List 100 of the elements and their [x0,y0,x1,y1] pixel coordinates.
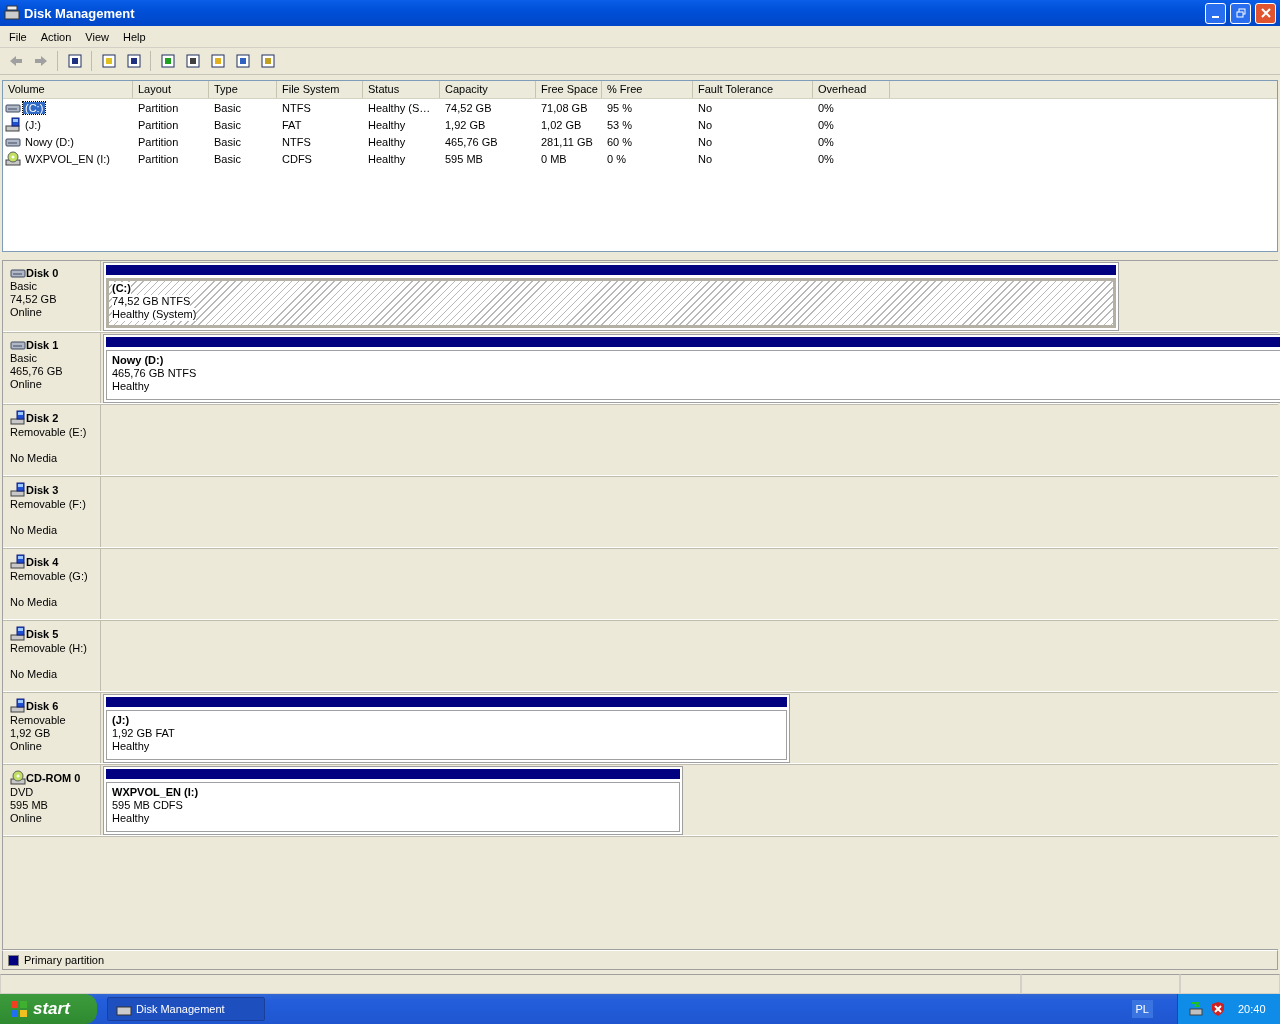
column-header[interactable]: Free Space [536,81,602,98]
table-cell: 0% [818,118,834,131]
table-cell: 0% [818,135,834,148]
table-cell: No [698,101,713,114]
shield-icon[interactable] [1210,1001,1226,1017]
network-icon[interactable] [1188,1001,1204,1017]
table-cell: No [698,152,713,165]
disk-info-panel[interactable]: Disk 1 Basic 465,76 GB Online [3,333,101,403]
disk-detail: Removable (F:) [10,498,87,511]
disk-detail: No Media [10,524,59,537]
removable-drive-icon [5,116,21,133]
disk-detail: Removable (G:) [10,570,89,583]
table-cell: Partition [138,152,179,165]
disk-detail: Basic [10,280,38,293]
partition-status: Healthy [112,380,150,393]
restore-button[interactable] [1230,2,1251,24]
column-header[interactable]: Layout [133,81,209,98]
disk-management-icon [4,5,20,21]
table-cell: 595 MB [445,152,483,165]
partition-status: Healthy [112,812,150,825]
column-header[interactable]: File System [277,81,363,98]
table-cell: 71,08 GB [541,101,588,114]
taskbar-button[interactable]: Disk Management [107,997,265,1021]
column-header[interactable]: Capacity [440,81,536,98]
menu-item[interactable]: Action [33,30,79,43]
table-cell: NTFS [282,101,311,114]
column-header[interactable]: Overhead [813,81,890,98]
disk-detail: 465,76 GB [10,365,64,378]
partition-size: 74,52 GB NTFS [112,295,191,308]
table-cell: 1,02 GB [541,118,582,131]
partition-block[interactable]: WXPVOL_EN (I:) 595 MB CDFS Healthy [103,766,683,835]
drive-label[interactable]: Nowy (D:) [23,135,76,148]
disk-info-panel[interactable]: Disk 3 Removable (F:) No Media [3,477,101,547]
disk-detail: 1,92 GB [10,727,52,740]
table-cell: Healthy [368,152,406,165]
column-header[interactable]: Fault Tolerance [693,81,813,98]
disk-detail: Online [10,378,43,391]
table-cell: Basic [214,118,241,131]
disk-name: Disk 2 [26,411,59,425]
table-cell: FAT [282,118,302,131]
disk-detail: No Media [10,452,59,465]
partition-block[interactable]: (C:) 74,52 GB NTFS Healthy (System) [103,262,1119,331]
disk-detail: Online [10,306,43,319]
minimize-icon [1212,15,1219,18]
column-header[interactable]: Status [363,81,440,98]
hard-drive-icon [10,266,26,280]
table-cell: 0 MB [541,152,567,165]
disk-detail: DVD [10,786,35,799]
disk-info-panel[interactable]: Disk 2 Removable (E:) No Media [3,405,101,475]
partition-name: (C:) [112,282,131,295]
table-cell: Healthy [368,118,406,131]
disk-info-panel[interactable]: Disk 5 Removable (H:) No Media [3,621,101,691]
table-cell: CDFS [282,152,312,165]
language-indicator[interactable]: PL [1131,1000,1153,1018]
column-header[interactable]: % Free [602,81,693,98]
partition-size: 1,92 GB FAT [112,727,175,740]
disk-info-panel[interactable]: Disk 6 Removable 1,92 GB Online [3,693,101,763]
close-icon [1260,8,1271,18]
disk-detail: No Media [10,596,59,609]
disk-info-panel[interactable]: CD-ROM 0 DVD 595 MB Online [3,765,101,835]
removable-drive-icon [10,410,26,426]
disk-detail: Online [10,812,43,825]
table-cell: No [698,135,713,148]
partition-name: Nowy (D:) [112,354,164,367]
disk-name: Disk 0 [26,266,59,280]
menu-item[interactable]: File [2,30,34,43]
column-header[interactable]: Type [209,81,277,98]
disk-detail: Removable [10,714,67,727]
partition-status: Healthy (System) [112,308,197,321]
partition-block[interactable]: (J:) 1,92 GB FAT Healthy [103,694,790,763]
table-cell: Basic [214,152,241,165]
table-cell: Partition [138,135,179,148]
removable-drive-icon [10,626,26,642]
start-button[interactable]: start [0,994,97,1024]
restore-icon [1235,8,1246,18]
clock: 20:40 [1238,1003,1266,1015]
table-cell: NTFS [282,135,311,148]
table-cell: 0 % [607,152,626,165]
disk-detail: 595 MB [10,799,49,812]
disk-detail: Removable (H:) [10,642,89,655]
table-cell: 281,11 GB [541,135,593,148]
removable-drive-icon [10,482,26,498]
menu-item[interactable]: View [78,30,116,43]
partition-block[interactable]: Nowy (D:) 465,76 GB NTFS Healthy [103,334,1280,403]
disk-name: Disk 3 [26,483,59,497]
drive-label[interactable]: (J:) [23,118,43,131]
minimize-button[interactable] [1205,2,1226,24]
disk-name: CD-ROM 0 [26,771,81,785]
disk-name: Disk 1 [26,338,59,352]
close-button[interactable] [1255,2,1276,24]
disk-info-panel[interactable]: Disk 4 Removable (G:) No Media [3,549,101,619]
disk-info-panel[interactable]: Disk 0 Basic 74,52 GB Online [3,261,101,331]
disk-detail: Removable (E:) [10,426,88,439]
menu-item[interactable]: Help [115,30,153,43]
drive-label[interactable]: WXPVOL_EN (I:) [23,152,112,165]
partition-status: Healthy [112,740,150,753]
drive-label[interactable]: (C:) [23,101,46,114]
table-cell: No [698,118,713,131]
cd-drive-icon [5,150,21,167]
column-header[interactable]: Volume [3,81,133,98]
